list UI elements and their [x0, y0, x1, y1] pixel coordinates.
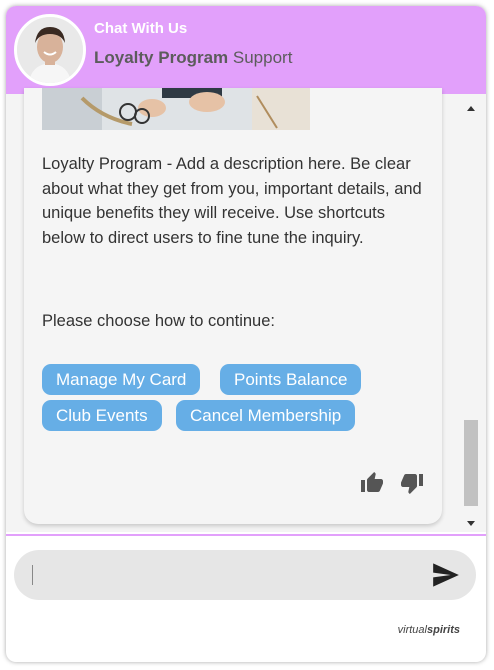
text-caret — [32, 565, 33, 585]
header-title: Chat With Us — [94, 20, 188, 37]
quick-reply-club-events[interactable]: Club Events — [42, 400, 162, 431]
chat-header: Chat With Us Loyalty Program Support — [6, 6, 486, 94]
header-subtitle-bold: Loyalty Program — [94, 48, 229, 67]
thumbs-down-icon[interactable] — [400, 471, 424, 495]
message-input[interactable] — [30, 561, 410, 589]
header-subtitle: Loyalty Program Support — [94, 48, 292, 68]
agent-avatar — [14, 14, 86, 86]
quick-reply-cancel-membership[interactable]: Cancel Membership — [176, 400, 356, 431]
message-text: Loyalty Program - Add a description here… — [42, 155, 422, 247]
input-divider — [6, 534, 486, 536]
chat-widget: Chat With Us Loyalty Program Support Loy… — [6, 6, 486, 662]
scrollbar-thumb[interactable] — [464, 420, 478, 506]
brand-logo: virtualspirits — [398, 624, 460, 636]
send-icon[interactable] — [432, 562, 460, 588]
message-image — [42, 88, 310, 130]
quick-reply-manage-my-card[interactable]: Manage My Card — [42, 364, 201, 395]
brand-logo-bold: spirits — [426, 624, 460, 636]
scroll-down-arrow-icon[interactable] — [466, 518, 476, 528]
scrollbar[interactable] — [462, 94, 480, 532]
brand-logo-light: virtual — [397, 624, 427, 636]
bot-message-card: Loyalty Program - Add a description here… — [24, 88, 442, 524]
thumbs-up-icon[interactable] — [360, 471, 384, 495]
message-prompt: Please choose how to continue: — [42, 312, 275, 330]
scroll-up-arrow-icon[interactable] — [466, 104, 476, 114]
quick-reply-points-balance[interactable]: Points Balance — [220, 364, 362, 395]
message-list[interactable]: Loyalty Program - Add a description here… — [6, 88, 486, 532]
message-input-bar — [14, 550, 476, 600]
header-subtitle-rest: Support — [228, 48, 293, 67]
